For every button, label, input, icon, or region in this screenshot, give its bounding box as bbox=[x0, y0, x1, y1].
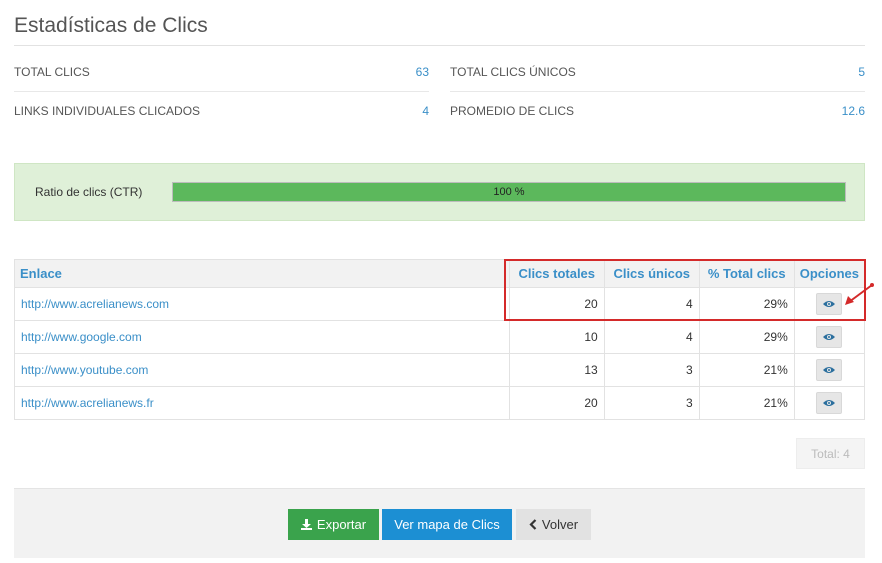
link-url[interactable]: http://www.acrelianews.com bbox=[14, 287, 510, 321]
table-row: http://www.acrelianews.fr 20 3 21% bbox=[14, 386, 866, 420]
stat-label: PROMEDIO DE CLICS bbox=[450, 104, 575, 118]
table-row: http://www.youtube.com 13 3 21% bbox=[14, 353, 866, 387]
percent-cell: 21% bbox=[698, 353, 795, 387]
ctr-progress-bar: 100 % bbox=[172, 182, 846, 202]
total-count-badge: Total: 4 bbox=[796, 438, 865, 469]
unique-clicks-cell: 3 bbox=[603, 353, 700, 387]
stat-value: 63 bbox=[415, 65, 429, 79]
column-header-percent[interactable]: % Total clics bbox=[698, 259, 795, 288]
click-map-button-label: Ver mapa de Clics bbox=[394, 517, 500, 532]
download-icon bbox=[300, 519, 312, 530]
table-row: http://www.acrelianews.com 20 4 29% bbox=[14, 287, 866, 321]
table-row: http://www.google.com 10 4 29% bbox=[14, 320, 866, 354]
stat-value: 4 bbox=[422, 104, 429, 118]
links-table: Enlace Clics totales Clics únicos % Tota… bbox=[14, 259, 866, 420]
options-cell bbox=[793, 320, 866, 354]
stat-unique-clicks: TOTAL CLICS ÚNICOS 5 bbox=[450, 53, 865, 91]
page-title: Estadísticas de Clics bbox=[14, 14, 208, 37]
export-button-label: Exportar bbox=[316, 517, 367, 532]
percent-cell: 29% bbox=[698, 320, 795, 354]
unique-clicks-cell: 4 bbox=[603, 320, 700, 354]
stat-label: TOTAL CLICS ÚNICOS bbox=[450, 65, 576, 79]
eye-icon bbox=[823, 400, 836, 406]
percent-cell: 29% bbox=[698, 287, 795, 321]
annotation-arrow-icon bbox=[845, 283, 874, 305]
chevron-left-icon bbox=[529, 519, 537, 530]
eye-icon bbox=[823, 334, 836, 340]
view-details-button[interactable] bbox=[816, 293, 843, 315]
stat-label: LINKS INDIVIDUALES CLICADOS bbox=[14, 104, 201, 118]
link-url[interactable]: http://www.google.com bbox=[14, 320, 510, 354]
eye-icon bbox=[823, 367, 836, 373]
export-button[interactable]: Exportar bbox=[288, 509, 379, 540]
total-clicks-cell: 10 bbox=[508, 320, 605, 354]
eye-icon bbox=[823, 301, 836, 307]
options-cell bbox=[793, 386, 866, 420]
total-clicks-cell: 13 bbox=[508, 353, 605, 387]
total-clicks-cell: 20 bbox=[508, 287, 605, 321]
percent-cell: 21% bbox=[698, 386, 795, 420]
ctr-label: Ratio de clics (CTR) bbox=[35, 185, 143, 199]
back-button-label: Volver bbox=[541, 517, 579, 532]
stat-value: 12.6 bbox=[841, 104, 865, 118]
title-divider bbox=[14, 45, 865, 46]
stat-average-clicks: PROMEDIO DE CLICS 12.6 bbox=[450, 92, 865, 130]
action-bar: Exportar Ver mapa de Clics Volver bbox=[14, 488, 865, 558]
view-details-button[interactable] bbox=[816, 326, 843, 348]
unique-clicks-cell: 4 bbox=[603, 287, 700, 321]
stat-total-clicks: TOTAL CLICS 63 bbox=[14, 53, 429, 91]
link-url[interactable]: http://www.acrelianews.fr bbox=[14, 386, 510, 420]
view-details-button[interactable] bbox=[816, 359, 843, 381]
column-header-total-clicks[interactable]: Clics totales bbox=[508, 259, 605, 288]
link-url[interactable]: http://www.youtube.com bbox=[14, 353, 510, 387]
ctr-progress-fill: 100 % bbox=[173, 183, 845, 201]
column-header-link[interactable]: Enlace bbox=[14, 259, 510, 288]
column-header-unique-clicks[interactable]: Clics únicos bbox=[603, 259, 700, 288]
stat-value: 5 bbox=[858, 65, 865, 79]
options-cell bbox=[793, 353, 866, 387]
table-header-row: Enlace Clics totales Clics únicos % Tota… bbox=[14, 259, 866, 288]
view-details-button[interactable] bbox=[816, 392, 843, 414]
back-button[interactable]: Volver bbox=[516, 509, 591, 540]
click-map-button[interactable]: Ver mapa de Clics bbox=[382, 509, 512, 540]
stat-links-clicked: LINKS INDIVIDUALES CLICADOS 4 bbox=[14, 92, 429, 130]
ctr-panel: Ratio de clics (CTR) 100 % bbox=[14, 163, 865, 221]
total-clicks-cell: 20 bbox=[508, 386, 605, 420]
stat-label: TOTAL CLICS bbox=[14, 65, 90, 79]
unique-clicks-cell: 3 bbox=[603, 386, 700, 420]
